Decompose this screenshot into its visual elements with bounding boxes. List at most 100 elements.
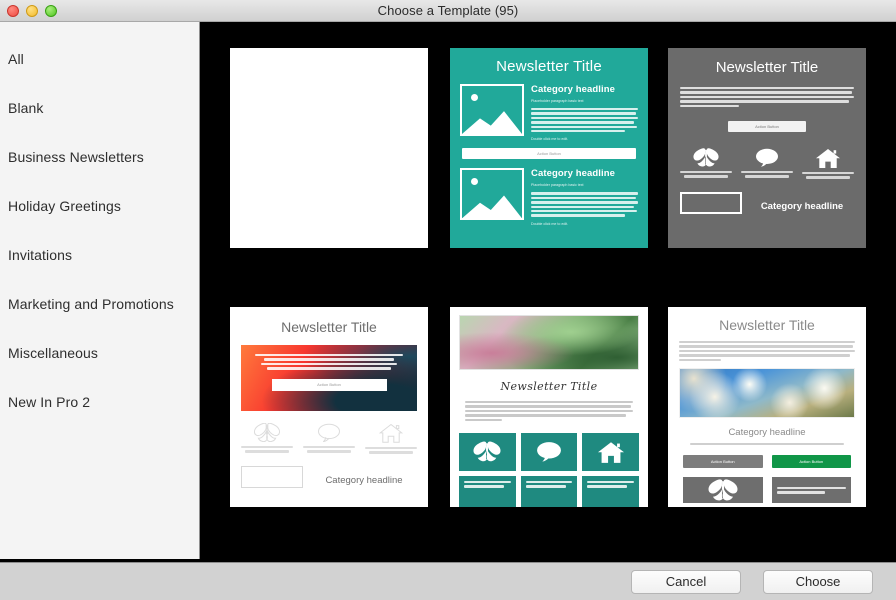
sidebar-item-blank[interactable]: Blank — [0, 83, 199, 132]
thumb-caption-cell — [771, 477, 851, 504]
butterfly-icon — [708, 479, 738, 501]
thumb-caption-cell — [520, 475, 578, 507]
image-placeholder-icon — [460, 84, 524, 136]
minimize-button[interactable] — [26, 5, 38, 17]
thumb-title: Newsletter Title — [719, 317, 815, 333]
thumb-footer: Category headline — [241, 465, 417, 488]
thumb-icon-caption — [680, 170, 732, 178]
template-thumbnail-red-banner-newsletter[interactable]: Newsletter Title Action Button Category … — [230, 307, 428, 507]
template-gallery[interactable]: Newsletter Title Category headline Place… — [201, 22, 896, 559]
template-thumbnail-gray-newsletter[interactable]: Newsletter Title Action Button Category … — [668, 48, 866, 248]
thumb-caption-cell — [459, 475, 516, 507]
sidebar-item-label: Invitations — [8, 246, 73, 263]
image-placeholder-icon — [460, 168, 524, 221]
thumb-caption-cell — [582, 475, 640, 507]
speech-bubble-icon — [537, 442, 561, 463]
thumb-icon-cell — [520, 432, 578, 471]
image-placeholder-icon — [680, 191, 742, 214]
zoom-button[interactable] — [45, 5, 57, 17]
thumb-paragraph — [680, 87, 854, 107]
thumb-note: Double click me to edit. — [531, 137, 569, 142]
sidebar-item-all[interactable]: All — [0, 34, 199, 83]
thumb-icon-cell — [365, 423, 417, 454]
thumb-icon-cell — [303, 423, 355, 454]
house-icon — [816, 148, 840, 168]
speech-bubble-icon — [318, 423, 340, 442]
thumb-paragraph — [465, 401, 633, 421]
butterfly-icon — [254, 423, 280, 442]
thumb-icon-cell — [683, 477, 763, 504]
thumb-icon-caption — [365, 447, 417, 454]
thumb-note: Double click me to edit. — [531, 221, 569, 226]
thumb-icon-caption — [303, 446, 355, 453]
thumb-icon-row — [459, 432, 640, 471]
thumb-action-button: Action Button — [728, 120, 806, 132]
thumb-title: Newsletter Title — [715, 59, 819, 76]
sidebar-scrollbar[interactable] — [193, 22, 197, 559]
dialog-footer: Cancel Choose — [0, 562, 896, 600]
sidebar-item-new-in-pro-2[interactable]: New In Pro 2 — [0, 377, 199, 426]
sidebar-item-marketing-and-promotions[interactable]: Marketing and Promotions — [0, 279, 199, 328]
butterfly-icon — [473, 442, 501, 462]
butterfly-icon — [693, 148, 719, 167]
thumb-title: Newsletter Title — [500, 380, 598, 393]
thumb-paragraph — [255, 354, 403, 370]
thumb-action-button: Action Button — [271, 378, 387, 391]
thumb-icon-cell — [241, 423, 293, 454]
thumb-icon-caption — [241, 446, 293, 453]
thumb-icon-cell — [459, 432, 516, 471]
speech-bubble-icon — [756, 148, 778, 167]
cancel-button[interactable]: Cancel — [631, 569, 741, 594]
sidebar-item-business-newsletters[interactable]: Business Newsletters — [0, 132, 199, 181]
window-title: Choose a Template (95) — [377, 3, 519, 18]
thumb-icon-cell — [582, 432, 640, 471]
sidebar-item-miscellaneous[interactable]: Miscellaneous — [0, 328, 199, 377]
template-thumbnail-leaf-photo-newsletter[interactable]: Newsletter Title — [450, 307, 648, 507]
template-thumbnail-teal-newsletter[interactable]: Newsletter Title Category headline Place… — [450, 48, 648, 248]
thumb-icon-cell — [802, 148, 854, 179]
sidebar-item-label: Blank — [8, 99, 44, 116]
thumb-category-headline: Category headline — [728, 426, 806, 438]
template-thumbnail-blank[interactable] — [230, 48, 428, 248]
thumb-action-button: Action Button — [462, 148, 636, 160]
thumb-photo-banner — [459, 315, 639, 370]
thumb-photo-banner: Action Button — [241, 345, 417, 411]
template-grid: Newsletter Title Category headline Place… — [201, 22, 896, 559]
sidebar-item-label: Marketing and Promotions — [8, 295, 174, 312]
thumb-paragraph — [531, 192, 638, 217]
thumb-icon-caption — [741, 170, 793, 178]
choose-button[interactable]: Choose — [763, 569, 873, 594]
thumb-category-headline: Category headline — [531, 168, 616, 180]
window-controls — [7, 5, 57, 17]
thumb-paragraph — [531, 108, 638, 133]
thumb-icon-caption — [802, 171, 854, 179]
image-placeholder-icon — [241, 465, 303, 488]
house-icon — [597, 442, 624, 463]
thumb-subtext: Placeholder paragraph basic text — [531, 183, 584, 188]
thumb-category-headline: Category headline — [325, 474, 403, 486]
thumb-paragraph — [679, 442, 855, 446]
thumb-footer: Category headline — [680, 191, 854, 214]
thumb-photo-banner — [679, 367, 855, 418]
sidebar-item-invitations[interactable]: Invitations — [0, 230, 199, 279]
template-thumbnail-blossom-newsletter[interactable]: Newsletter Title Category headline Actio… — [668, 307, 866, 507]
thumb-icon-cell — [680, 148, 732, 179]
sidebar-item-label: All — [8, 50, 24, 67]
category-sidebar[interactable]: All Blank Business Newsletters Holiday G… — [0, 22, 200, 559]
thumb-box-row — [679, 477, 855, 504]
choose-template-dialog: Choose a Template (95) All Blank Busines… — [0, 0, 896, 600]
sidebar-item-label: New In Pro 2 — [8, 393, 91, 410]
thumb-button-row: Action Button Action Button — [679, 455, 855, 469]
thumb-action-button-primary: Action Button — [771, 455, 851, 469]
sidebar-item-label: Business Newsletters — [8, 148, 144, 165]
sidebar-item-holiday-greetings[interactable]: Holiday Greetings — [0, 181, 199, 230]
thumb-icon-row — [241, 423, 417, 454]
thumb-caption-row — [459, 475, 640, 507]
thumb-action-button: Action Button — [683, 455, 763, 469]
thumb-icon-row — [680, 148, 854, 179]
sidebar-item-label: Miscellaneous — [8, 344, 99, 361]
close-button[interactable] — [7, 5, 19, 17]
thumb-icon-cell — [741, 148, 793, 179]
house-icon — [379, 423, 403, 443]
thumb-title: Newsletter Title — [281, 319, 377, 335]
